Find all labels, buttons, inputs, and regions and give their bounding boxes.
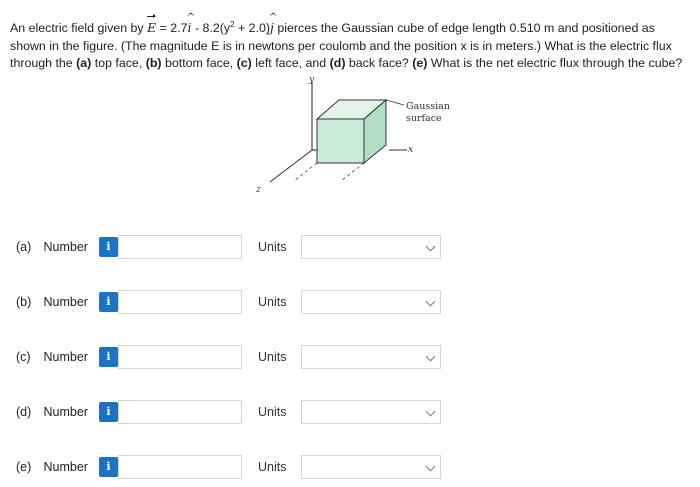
answer-label: (d) Number	[16, 405, 88, 419]
number-label: Number	[43, 350, 88, 364]
chevron-down-icon	[425, 241, 436, 252]
units-label: Units	[258, 405, 287, 419]
units-label: Units	[258, 350, 287, 364]
number-input-c[interactable]	[118, 345, 242, 369]
dashed-guide-left	[293, 162, 318, 182]
answer-row-e: (e) Number i Units	[0, 455, 700, 481]
equation-part: - 8.2(y	[191, 21, 231, 36]
part-a-text: top face,	[91, 56, 146, 71]
z-axis-label: z	[256, 184, 262, 195]
answer-label: (c) Number	[16, 350, 88, 364]
part-marker: (d)	[16, 405, 32, 419]
part-c-marker: (c)	[236, 56, 252, 71]
z-axis-line	[269, 149, 313, 183]
callout-text-line2: surface	[406, 113, 442, 124]
answer-label: (b) Number	[16, 295, 88, 309]
y-axis-label: y	[309, 74, 315, 85]
part-c-text: left face, and	[251, 56, 330, 71]
info-icon[interactable]: i	[99, 347, 118, 367]
units-dropdown-e[interactable]	[301, 455, 441, 479]
units-label: Units	[258, 295, 287, 309]
units-dropdown-b[interactable]	[301, 290, 441, 314]
dashed-guide-right	[340, 162, 365, 182]
unit-vector-i: i	[187, 9, 195, 37]
number-label: Number	[43, 295, 88, 309]
part-e-marker: (e)	[412, 56, 428, 71]
number-input-a[interactable]	[118, 235, 242, 259]
equation-part: + 2.0)	[234, 21, 271, 36]
units-label: Units	[258, 460, 287, 474]
cube-front-face	[316, 118, 365, 164]
equation-part: = 2.7	[156, 21, 188, 36]
units-dropdown-c[interactable]	[301, 345, 441, 369]
number-input-b[interactable]	[118, 290, 242, 314]
number-input-e[interactable]	[118, 455, 242, 479]
number-label: Number	[43, 240, 88, 254]
field-vector-symbol: E	[147, 14, 157, 36]
part-a-marker: (a)	[76, 56, 92, 71]
answer-row-a: (a) Number i Units	[0, 235, 700, 261]
callout-text-line1: Gaussian	[406, 101, 450, 112]
part-b-marker: (b)	[145, 56, 162, 71]
part-marker: (e)	[16, 460, 32, 474]
part-marker: (b)	[16, 295, 32, 309]
unit-vector-j: j	[269, 9, 277, 37]
part-e-text: What is the net electric flux through th…	[427, 56, 683, 71]
answer-label: (a) Number	[16, 240, 88, 254]
gaussian-cube-figure: y x z Gaussian surface	[240, 72, 480, 202]
part-marker: (a)	[16, 240, 32, 254]
info-icon[interactable]: i	[99, 457, 118, 477]
x-axis-label: x	[408, 144, 414, 155]
answer-row-d: (d) Number i Units	[0, 400, 700, 426]
callout-line	[385, 99, 405, 106]
chevron-down-icon	[425, 461, 436, 472]
units-dropdown-d[interactable]	[301, 400, 441, 424]
part-d-text: back face?	[345, 56, 413, 71]
info-icon[interactable]: i	[99, 237, 118, 257]
question-text: An electric field given by E = 2.7i - 8.…	[10, 9, 694, 73]
answer-row-c: (c) Number i Units	[0, 345, 700, 371]
chevron-down-icon	[425, 351, 436, 362]
question-intro: An electric field given by	[10, 21, 148, 36]
number-input-d[interactable]	[118, 400, 242, 424]
chevron-down-icon	[425, 296, 436, 307]
units-label: Units	[258, 240, 287, 254]
info-icon[interactable]: i	[99, 292, 118, 312]
answer-label: (e) Number	[16, 460, 88, 474]
cube-diagram	[269, 82, 407, 183]
number-label: Number	[43, 460, 88, 474]
units-dropdown-a[interactable]	[301, 235, 441, 259]
info-icon[interactable]: i	[99, 402, 118, 422]
part-marker: (c)	[16, 350, 31, 364]
number-label: Number	[43, 405, 88, 419]
part-d-marker: (d)	[329, 56, 346, 71]
answer-row-b: (b) Number i Units	[0, 290, 700, 316]
chevron-down-icon	[425, 406, 436, 417]
part-b-text: bottom face,	[161, 56, 237, 71]
